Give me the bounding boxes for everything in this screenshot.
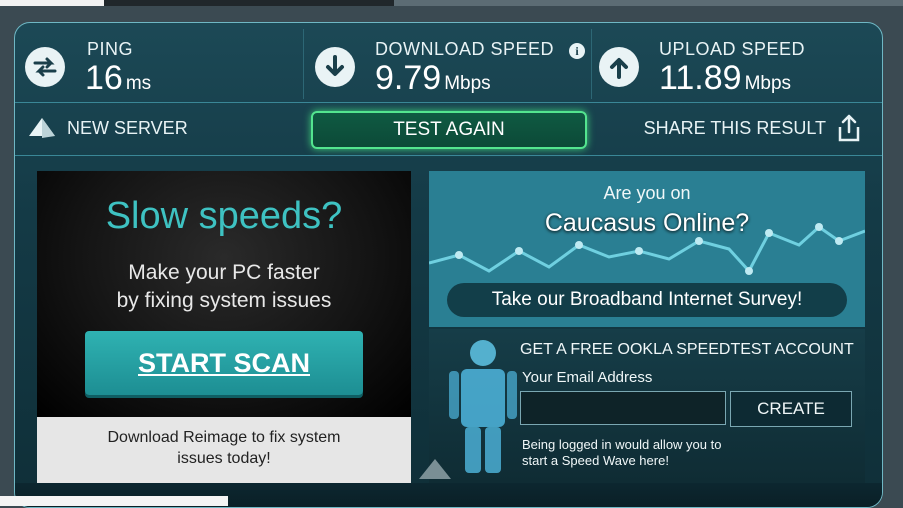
scroll-up-arrow-icon[interactable]: [419, 459, 451, 479]
ping-value: 16 ms: [85, 59, 152, 97]
ping-stat: PING 16 ms: [15, 29, 305, 99]
email-label: Your Email Address: [522, 369, 653, 386]
upload-value: 11.89 Mbps: [659, 59, 792, 97]
download-value: 9.79 Mbps: [375, 59, 491, 97]
account-signup: GET A FREE OOKLA SPEEDTEST ACCOUNT Your …: [429, 329, 865, 483]
share-label: SHARE THIS RESULT: [643, 117, 826, 138]
email-field[interactable]: [520, 391, 726, 425]
info-icon[interactable]: i: [569, 43, 585, 59]
account-title: GET A FREE OOKLA SPEEDTEST ACCOUNT: [520, 341, 854, 358]
upload-unit: Mbps: [744, 73, 792, 94]
download-label: DOWNLOAD SPEED: [375, 39, 555, 59]
survey-button[interactable]: Take our Broadband Internet Survey!: [447, 283, 847, 317]
ad-subtext: Make your PC faster by fixing system iss…: [116, 261, 332, 312]
ping-unit: ms: [125, 73, 152, 94]
speedtest-panel: PING 16 ms DOWNLOAD SPEED i 9.79 Mbps UPLO…: [14, 22, 883, 508]
reimage-ad[interactable]: Slow speeds? Make your PC faster by fixi…: [37, 171, 411, 483]
ping-arrows-icon: [25, 47, 65, 87]
person-icon: [449, 340, 517, 473]
survey-question-line2: Caucasus Online?: [544, 209, 750, 237]
upload-label: UPLOAD SPEED: [659, 39, 806, 59]
results-row: PING 16 ms DOWNLOAD SPEED i 9.79 Mbps UPLO…: [15, 23, 882, 101]
upload-arrow-icon: [599, 47, 639, 87]
upload-stat: UPLOAD SPEED 11.89 Mbps: [591, 29, 881, 99]
actions-row: NEW SERVER TEST AGAIN SHARE THIS RESULT: [15, 103, 882, 153]
share-result-button[interactable]: SHARE THIS RESULT: [644, 113, 862, 143]
download-arrow-icon: [315, 47, 355, 87]
isp-survey: Are you on Caucasus Online? Take our Bro…: [429, 171, 865, 327]
start-scan-button[interactable]: START SCAN: [85, 331, 363, 395]
new-server-button[interactable]: NEW SERVER: [27, 115, 188, 141]
test-again-button[interactable]: TEST AGAIN: [311, 111, 587, 149]
account-note: Being logged in would allow you to start…: [522, 437, 722, 468]
ad-headline: Slow speeds?: [105, 195, 343, 237]
create-account-button[interactable]: CREATE: [730, 391, 852, 427]
share-icon: [838, 114, 860, 142]
survey-question-line1: Are you on: [603, 183, 691, 203]
top-strip: [0, 0, 903, 6]
download-unit: Mbps: [444, 73, 491, 94]
ping-label: PING: [87, 39, 134, 59]
bottom-strip: [0, 496, 228, 506]
download-stat: DOWNLOAD SPEED i 9.79 Mbps: [305, 29, 591, 99]
server-pyramid-icon: [29, 118, 55, 138]
ad-footer: Download Reimage to fix system issues to…: [37, 417, 411, 483]
new-server-label: NEW SERVER: [67, 117, 188, 138]
